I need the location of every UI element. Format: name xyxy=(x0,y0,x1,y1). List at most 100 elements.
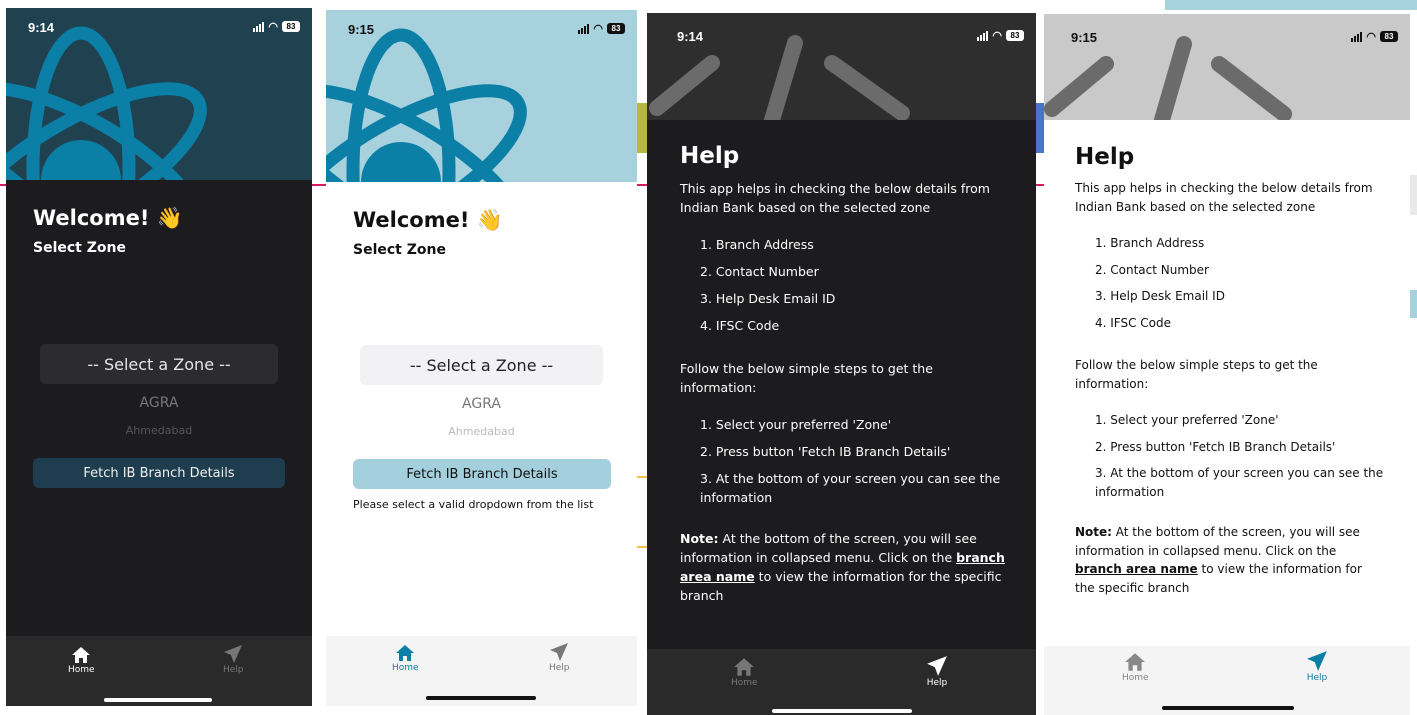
tab-help-label: Help xyxy=(223,665,244,675)
help-steps-intro: Follow the below simple steps to get the… xyxy=(680,361,933,395)
screen-help-light: 9:15 ◠ 83 Help This app helps in checkin… xyxy=(1044,14,1410,715)
list-item: 1. Select your preferred 'Zone' xyxy=(1095,413,1279,427)
zone-picker-selected[interactable]: -- Select a Zone -- xyxy=(360,345,603,385)
list-item: 3. At the bottom of your screen you can … xyxy=(1095,466,1384,499)
status-bar: 9:15 ◠ 83 xyxy=(1044,14,1410,45)
tab-help[interactable]: Help xyxy=(1306,650,1328,683)
tab-home-label: Home xyxy=(68,665,95,675)
battery-icon: 83 xyxy=(282,21,300,32)
help-steps-intro: Follow the below simple steps to get the… xyxy=(1075,358,1318,391)
welcome-heading: Welcome! 👋 xyxy=(353,208,503,232)
background-right-gray xyxy=(1409,175,1417,215)
fetch-branch-details-button[interactable]: Fetch IB Branch Details xyxy=(353,459,611,489)
tab-help[interactable]: Help xyxy=(926,655,948,688)
zone-picker-option[interactable]: AGRA xyxy=(360,396,603,412)
welcome-heading: Welcome! 👋 xyxy=(33,206,183,230)
home-indicator xyxy=(426,696,536,700)
send-icon xyxy=(927,656,947,676)
home-indicator xyxy=(104,698,212,702)
help-content: This app helps in checking the below det… xyxy=(680,179,1010,605)
help-content: This app helps in checking the below det… xyxy=(1075,179,1385,597)
wifi-icon: ◠ xyxy=(593,23,603,35)
tab-bar: Home Help xyxy=(6,636,312,706)
home-icon xyxy=(396,645,415,661)
list-item: 3. Help Desk Email ID xyxy=(700,291,836,306)
list-item: 1. Branch Address xyxy=(1095,236,1205,250)
help-details-list: 1. Branch Address 2. Contact Number 3. H… xyxy=(1095,234,1385,332)
help-details-list: 1. Branch Address 2. Contact Number 3. H… xyxy=(700,235,1010,335)
tab-home-label: Home xyxy=(731,678,758,688)
tab-help-label: Help xyxy=(549,663,570,673)
fetch-branch-details-button[interactable]: Fetch IB Branch Details xyxy=(33,458,285,488)
zone-picker-option[interactable]: Ahmedabad xyxy=(40,424,278,437)
tab-home[interactable]: Home xyxy=(1122,652,1149,683)
list-item: 1. Select your preferred 'Zone' xyxy=(700,417,892,432)
background-gold-line xyxy=(637,476,647,478)
background-top-right-strip xyxy=(1165,0,1417,10)
send-icon xyxy=(224,645,243,663)
list-item: 2. Contact Number xyxy=(700,264,819,279)
status-time: 9:14 xyxy=(677,29,704,44)
tab-home[interactable]: Home xyxy=(392,644,419,673)
tab-home[interactable]: Home xyxy=(68,646,95,675)
tab-home[interactable]: Home xyxy=(731,657,758,688)
home-icon xyxy=(72,647,91,663)
zone-picker-option[interactable]: Ahmedabad xyxy=(360,425,603,438)
wifi-icon: ◠ xyxy=(992,30,1002,42)
home-indicator xyxy=(1162,706,1294,710)
battery-icon: 83 xyxy=(1380,31,1398,42)
status-time: 9:15 xyxy=(348,22,375,37)
list-item: 3. At the bottom of your screen you can … xyxy=(700,471,1001,505)
zone-picker-option[interactable]: AGRA xyxy=(40,395,278,411)
tab-help-label: Help xyxy=(1306,673,1328,683)
help-intro: This app helps in checking the below det… xyxy=(680,181,990,215)
note-label: Note: xyxy=(680,531,719,546)
help-steps-list: 1. Select your preferred 'Zone' 2. Press… xyxy=(1095,411,1385,501)
home-icon xyxy=(734,658,755,676)
list-item: 2. Press button 'Fetch IB Branch Details… xyxy=(1095,439,1336,454)
screen-home-dark: 9:14 ◠ 83 Welcome! 👋 Select Zone -- Sele… xyxy=(6,8,312,706)
wifi-icon: ◠ xyxy=(268,21,278,33)
zone-picker-selected[interactable]: -- Select a Zone -- xyxy=(40,344,278,384)
wifi-icon: ◠ xyxy=(1366,31,1376,43)
send-icon xyxy=(1307,651,1327,671)
select-zone-label: Select Zone xyxy=(33,240,126,256)
select-zone-label: Select Zone xyxy=(353,242,446,258)
battery-icon: 83 xyxy=(1006,30,1024,41)
list-item: 4. IFSC Code xyxy=(1095,315,1172,330)
status-time: 9:15 xyxy=(1071,30,1098,45)
help-steps-list: 1. Select your preferred 'Zone' 2. Press… xyxy=(700,415,1010,507)
list-item: 2. Press button 'Fetch IB Branch Details… xyxy=(700,444,951,459)
tab-home-label: Home xyxy=(392,663,419,673)
screen-home-light: 9:15 ◠ 83 Welcome! 👋 Select Zone -- Sele… xyxy=(326,10,637,706)
note-label: Note: xyxy=(1075,525,1112,539)
list-item: 3. Help Desk Email ID xyxy=(1095,289,1225,303)
signal-icon xyxy=(578,23,590,34)
tab-help[interactable]: Help xyxy=(549,642,570,673)
list-item: 1. Branch Address xyxy=(700,237,814,252)
list-item: 2. Contact Number xyxy=(1095,262,1209,277)
background-gold-line-2 xyxy=(637,546,647,548)
screen-help-dark: 9:14 ◠ 83 Help This app helps in checkin… xyxy=(647,13,1036,715)
tab-help[interactable]: Help xyxy=(223,644,244,675)
signal-icon xyxy=(1351,31,1363,42)
status-bar: 9:14 ◠ 83 xyxy=(6,8,312,38)
signal-icon xyxy=(977,30,989,41)
send-icon xyxy=(550,643,569,661)
home-indicator xyxy=(772,709,912,713)
help-intro: This app helps in checking the below det… xyxy=(1075,181,1373,214)
signal-icon xyxy=(253,21,265,32)
tab-help-label: Help xyxy=(926,678,948,688)
branch-area-name-link[interactable]: branch area name xyxy=(1075,562,1198,576)
home-icon xyxy=(1125,653,1146,671)
tab-home-label: Home xyxy=(1122,673,1149,683)
note-text: At the bottom of the screen, you will se… xyxy=(680,531,977,565)
status-time: 9:14 xyxy=(28,20,55,35)
tab-bar: Home Help xyxy=(1044,646,1410,715)
list-item: 4. IFSC Code xyxy=(700,318,780,333)
background-right-blue xyxy=(1409,290,1417,318)
battery-icon: 83 xyxy=(607,23,625,34)
note-text: At the bottom of the screen, you will se… xyxy=(1075,525,1360,558)
validation-error-message: Please select a valid dropdown from the … xyxy=(353,498,594,511)
status-bar: 9:14 ◠ 83 xyxy=(647,13,1036,44)
